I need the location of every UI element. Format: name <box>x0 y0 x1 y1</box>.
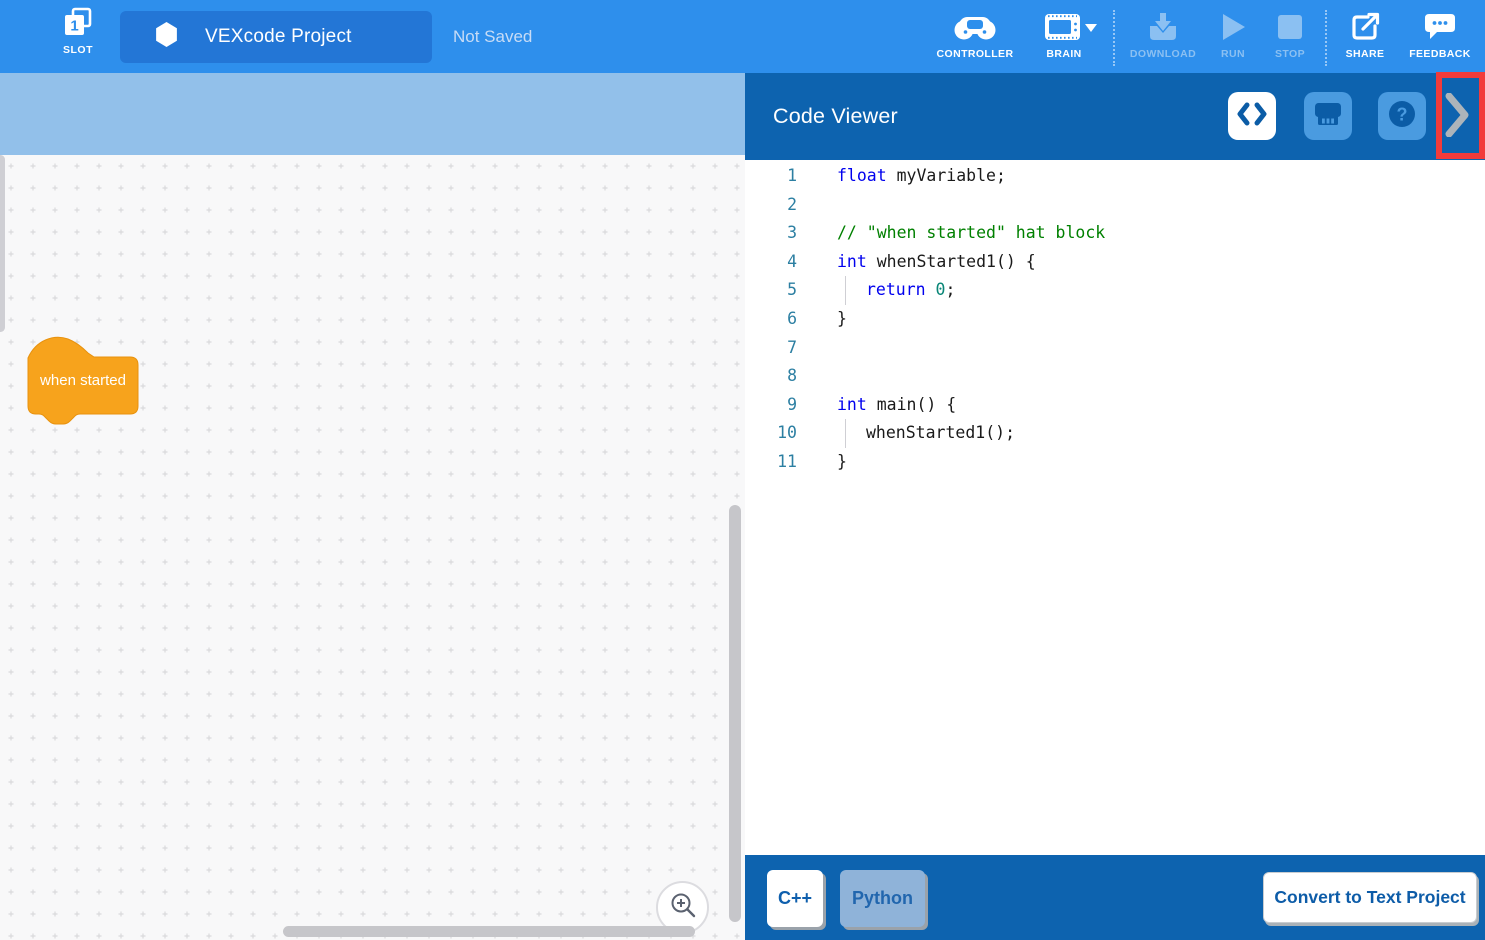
stop-label: STOP <box>1275 48 1305 60</box>
code-viewer-footer: C++ Python Convert to Text Project <box>745 855 1485 940</box>
when-started-block[interactable]: when started <box>24 336 144 428</box>
brain-button[interactable]: BRAIN <box>1021 9 1107 60</box>
collapse-panel-button[interactable] <box>1444 95 1470 139</box>
code-brackets-icon <box>1236 102 1268 131</box>
feedback-icon <box>1423 9 1457 45</box>
code-line: 3// "when started" hat block <box>745 219 1485 248</box>
slot-button[interactable]: 1 SLOT <box>50 7 106 67</box>
help-icon: ? <box>1386 98 1418 135</box>
feedback-button[interactable]: FEEDBACK <box>1397 9 1483 60</box>
workspace-horizontal-scrollbar[interactable] <box>283 926 695 937</box>
code-line: 5return 0; <box>745 276 1485 305</box>
code-viewer-title: Code Viewer <box>773 73 898 160</box>
brain-label: BRAIN <box>1046 48 1081 60</box>
save-status: Not Saved <box>453 0 532 73</box>
project-title: VEXcode Project <box>205 26 352 48</box>
convert-to-text-project-button[interactable]: Convert to Text Project <box>1263 872 1477 923</box>
download-button[interactable]: DOWNLOAD <box>1121 9 1205 60</box>
share-label: SHARE <box>1346 48 1385 60</box>
share-button[interactable]: SHARE <box>1333 9 1397 60</box>
indent-guide <box>845 276 866 305</box>
header-separator <box>1325 10 1327 66</box>
code-line: 10whenStarted1(); <box>745 419 1485 448</box>
palette-scrollbar[interactable] <box>0 155 5 332</box>
controller-icon <box>952 9 998 45</box>
svg-text:?: ? <box>1397 104 1408 124</box>
header-separator <box>1113 10 1115 66</box>
workspace-vertical-scrollbar[interactable] <box>729 505 741 922</box>
svg-text:1: 1 <box>70 18 78 35</box>
tab-python[interactable]: Python <box>840 870 925 927</box>
help-button[interactable]: ? <box>1378 92 1426 140</box>
download-icon <box>1146 9 1180 45</box>
run-button[interactable]: RUN <box>1205 9 1261 60</box>
controller-label: CONTROLLER <box>937 48 1014 60</box>
code-line: 8 <box>745 362 1485 391</box>
code-viewer-header: Code Viewer <box>745 73 1485 160</box>
project-name-button[interactable]: VEXcode Project <box>120 11 432 63</box>
header-actions: CONTROLLER BRAIN <box>929 9 1483 66</box>
code-line: 1float myVariable; <box>745 162 1485 191</box>
run-icon <box>1219 9 1247 45</box>
zoom-in-icon <box>669 891 697 924</box>
vexcode-app: 1 SLOT VEXcode Project Not Saved <box>0 0 1485 940</box>
slot-icon: 1 <box>63 7 93 42</box>
code-viewer-panel: Code Viewer <box>745 73 1485 940</box>
brain-dropdown-caret[interactable] <box>1084 20 1098 38</box>
code-lines: 1float myVariable;23// "when started" ha… <box>745 160 1485 855</box>
code-line: 6} <box>745 305 1485 334</box>
feedback-label: FEEDBACK <box>1409 48 1471 60</box>
brain-icon <box>1044 9 1084 45</box>
controller-button[interactable]: CONTROLLER <box>929 9 1021 60</box>
stop-button[interactable]: STOP <box>1261 9 1319 60</box>
blocks-workspace[interactable]: when started <box>0 155 745 940</box>
run-label: RUN <box>1221 48 1245 60</box>
hat-block-label: when started <box>24 372 142 389</box>
slot-label: SLOT <box>63 44 93 56</box>
indent-guide <box>845 419 866 448</box>
share-icon <box>1349 9 1381 45</box>
code-line: 11} <box>745 448 1485 477</box>
brain-view-button[interactable] <box>1304 92 1352 140</box>
code-line: 9int main() { <box>745 391 1485 420</box>
stop-icon <box>1276 9 1304 45</box>
brain-device-icon <box>1313 100 1343 133</box>
chevron-right-icon <box>1445 93 1469 142</box>
code-line: 2 <box>745 191 1485 220</box>
workspace-dot-grid <box>0 155 745 940</box>
code-line: 4int whenStarted1() { <box>745 248 1485 277</box>
app-header: 1 SLOT VEXcode Project Not Saved <box>0 0 1485 73</box>
hexagon-icon <box>154 21 179 53</box>
code-line: 7 <box>745 334 1485 363</box>
download-label: DOWNLOAD <box>1130 48 1196 60</box>
code-view-button[interactable] <box>1228 92 1276 140</box>
blocks-toolbar <box>0 73 745 155</box>
tab-cpp[interactable]: C++ <box>767 870 823 927</box>
